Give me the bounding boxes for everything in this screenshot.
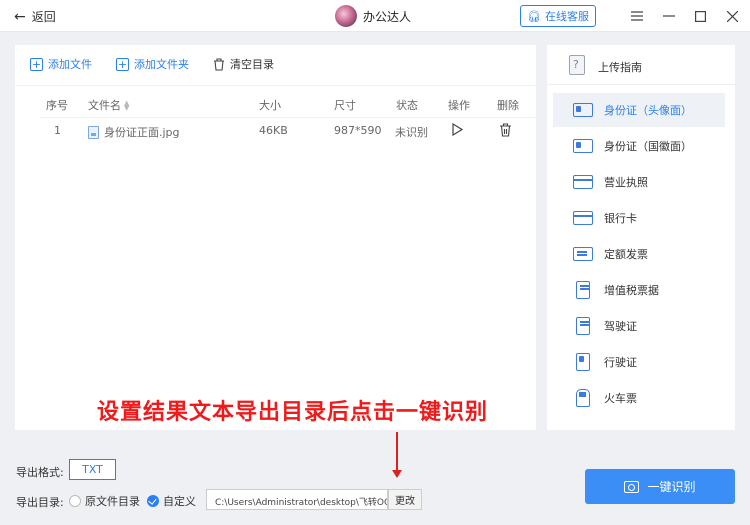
- row-size: 46KB: [259, 124, 288, 137]
- sidebar-item-label: 银行卡: [604, 212, 637, 225]
- col-index: 序号: [46, 99, 68, 112]
- col-filename-label: 文件名: [88, 99, 121, 112]
- menu-icon[interactable]: [627, 6, 647, 26]
- add-folder-button[interactable]: + 添加文件夹: [116, 56, 189, 72]
- plus-icon: +: [116, 57, 129, 71]
- sidebar-item-label: 身份证（头像面）: [604, 104, 692, 117]
- sidebar-item-business-license[interactable]: 营业执照: [553, 165, 725, 199]
- trash-icon: [214, 57, 224, 71]
- vat-invoice-icon: [576, 281, 590, 299]
- add-file-label: 添加文件: [48, 58, 92, 71]
- headset-icon: 🎧︎: [527, 9, 541, 23]
- app-name: 办公达人: [363, 9, 412, 24]
- col-size: 大小: [259, 99, 281, 112]
- col-action: 操作: [448, 99, 470, 112]
- sidebar-item-label: 驾驶证: [604, 320, 637, 333]
- sidebar-item-id-front[interactable]: 身份证（头像面）: [553, 93, 725, 127]
- app-brand: 办公达人: [335, 5, 411, 27]
- radio-custom-dir[interactable]: 自定义: [147, 493, 196, 509]
- maximize-icon[interactable]: [690, 6, 710, 26]
- avatar: [335, 5, 357, 27]
- row-index: 1: [54, 124, 61, 137]
- back-button[interactable]: ← 返回: [14, 8, 56, 25]
- change-path-button[interactable]: 更改: [388, 489, 422, 510]
- radio-unchecked-icon: [69, 495, 81, 507]
- col-delete: 删除: [497, 99, 519, 112]
- back-arrow-icon: ←: [14, 8, 26, 25]
- radio-original-dir[interactable]: 原文件目录: [69, 493, 140, 509]
- sidebar-header: 上传指南: [547, 45, 735, 85]
- back-label: 返回: [31, 10, 56, 24]
- row-filename-label: 身份证正面.jpg: [104, 126, 180, 139]
- sidebar-item-fixed-invoice[interactable]: 定额发票: [553, 237, 725, 271]
- sidebar-item-id-back[interactable]: 身份证（国徽面）: [553, 129, 725, 163]
- sidebar-item-label: 行驶证: [604, 356, 637, 369]
- close-icon[interactable]: [722, 6, 742, 26]
- sidebar-item-label: 身份证（国徽面）: [604, 140, 692, 153]
- sidebar-item-label: 营业执照: [604, 176, 648, 189]
- sidebar-item-label: 定额发票: [604, 248, 648, 261]
- add-folder-label: 添加文件夹: [134, 58, 189, 71]
- instruction-annotation: 设置结果文本导出目录后点击一键识别: [96, 400, 488, 425]
- sidebar-item-vat-invoice[interactable]: 增值税票据: [553, 273, 725, 307]
- export-format-select[interactable]: TXT: [69, 459, 116, 480]
- vehicle-license-icon: [576, 353, 590, 371]
- col-dimensions: 尺寸: [334, 99, 356, 112]
- export-format-label: 导出格式:: [16, 466, 64, 479]
- radio-original-label: 原文件目录: [85, 495, 140, 508]
- radio-custom-label: 自定义: [163, 495, 196, 508]
- sidebar-item-driving-license[interactable]: 驾驶证: [553, 309, 725, 343]
- sidebar-item-label: 火车票: [604, 392, 637, 405]
- sidebar-item-label: 增值税票据: [604, 284, 659, 297]
- add-file-button[interactable]: + 添加文件: [30, 56, 92, 72]
- fixed-invoice-icon: [573, 247, 593, 261]
- play-icon[interactable]: [452, 122, 464, 139]
- guide-document-icon: [569, 55, 585, 75]
- scan-icon: [624, 480, 640, 493]
- upload-guide-sidebar: 上传指南 身份证（头像面） 身份证（国徽面） 营业执照 银行卡 定额发票 增值税…: [547, 45, 735, 430]
- id-card-back-icon: [573, 139, 593, 153]
- row-filename: 身份证正面.jpg: [88, 124, 180, 140]
- plus-icon: +: [30, 57, 43, 71]
- image-file-icon: [88, 125, 99, 139]
- business-license-icon: [573, 175, 593, 189]
- export-dir-label: 导出目录:: [16, 496, 64, 509]
- export-path-field[interactable]: C:\Users\Administrator\desktop\飞转OCR文: [206, 489, 388, 510]
- sidebar-item-bank-card[interactable]: 银行卡: [553, 201, 725, 235]
- title-bar: ← 返回 办公达人 🎧︎ 在线客服: [0, 0, 750, 32]
- bank-card-icon: [573, 211, 593, 225]
- col-filename[interactable]: 文件名 ▲ ▼: [88, 97, 129, 113]
- sidebar-item-vehicle-license[interactable]: 行驶证: [553, 345, 725, 379]
- radio-checked-icon: [147, 495, 159, 507]
- header-divider: [40, 117, 536, 118]
- row-status: 未识别: [395, 126, 428, 139]
- sidebar-title: 上传指南: [598, 61, 642, 74]
- online-service-label: 在线客服: [544, 10, 589, 23]
- online-service-button[interactable]: 🎧︎ 在线客服: [520, 5, 596, 27]
- divider: [15, 85, 536, 86]
- one-click-recognize-button[interactable]: 一键识别: [585, 469, 735, 504]
- clear-directory-button[interactable]: 清空目录: [213, 56, 274, 72]
- down-arrow-icon: [392, 432, 402, 478]
- recognize-label: 一键识别: [647, 480, 696, 494]
- driving-license-icon: [576, 317, 590, 335]
- id-card-icon: [573, 103, 593, 117]
- minimize-icon[interactable]: [659, 6, 679, 26]
- col-status: 状态: [396, 99, 418, 112]
- delete-icon[interactable]: [499, 123, 512, 140]
- sort-icon: ▲ ▼: [124, 99, 130, 112]
- file-list-panel: + 添加文件 + 添加文件夹 清空目录 序号 文件名 ▲ ▼ 大小 尺寸 状态 操作…: [15, 45, 536, 430]
- clear-directory-label: 清空目录: [230, 58, 274, 71]
- row-dimensions: 987*590: [334, 124, 382, 137]
